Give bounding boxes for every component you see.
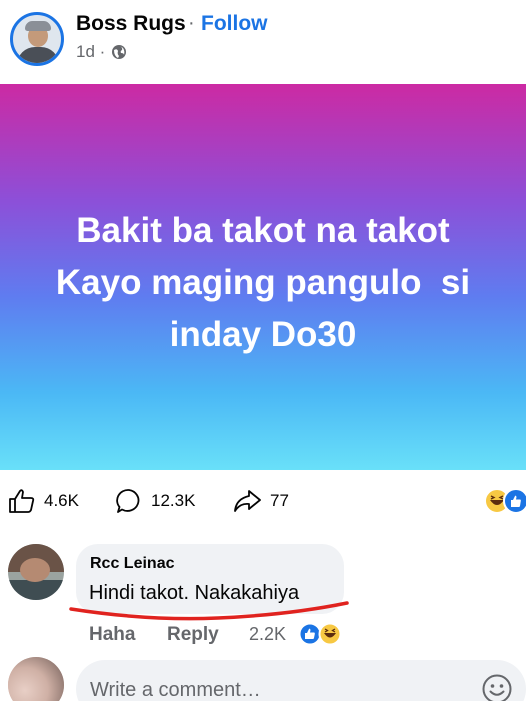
- like-reaction-icon: [299, 622, 322, 646]
- share-count: 77: [270, 491, 289, 510]
- globe-icon: [112, 45, 126, 59]
- author-name[interactable]: Boss Rugs: [76, 12, 186, 36]
- share-button[interactable]: 77: [232, 488, 289, 514]
- comment-reaction-count[interactable]: 2.2K: [249, 624, 286, 645]
- comment-button[interactable]: 12.3K: [115, 488, 195, 514]
- share-arrow-icon: [234, 490, 261, 512]
- red-underline-annotation: [69, 601, 349, 621]
- thumbs-up-icon: [9, 489, 35, 513]
- top-reactions[interactable]: [484, 488, 526, 514]
- like-reaction-icon: [503, 488, 526, 514]
- comment-bubble-icon: [116, 489, 140, 513]
- post-header: Boss Rugs · Follow 1d ·: [0, 0, 526, 84]
- comment-input-placeholder: Write a comment…: [90, 679, 261, 701]
- commenter-name[interactable]: Rcc Leinac: [90, 555, 174, 573]
- separator-dot: ·: [188, 12, 195, 34]
- commenter-avatar[interactable]: [8, 544, 64, 600]
- like-button[interactable]: 4.6K: [8, 488, 79, 514]
- author-avatar[interactable]: [10, 12, 64, 66]
- comment-haha-button[interactable]: Haha: [89, 624, 135, 646]
- post-text: Bakit ba takot na takot Kayo maging pang…: [55, 211, 471, 354]
- comment-count: 12.3K: [151, 491, 196, 510]
- post-actions-bar: 4.6K 12.3K 77: [0, 470, 526, 532]
- follow-button[interactable]: Follow: [201, 12, 268, 36]
- haha-reaction-icon: [318, 622, 342, 646]
- smile-icon[interactable]: [481, 673, 513, 701]
- comment-reply-button[interactable]: Reply: [167, 624, 219, 646]
- like-count: 4.6K: [44, 491, 79, 510]
- current-user-avatar[interactable]: [8, 657, 64, 701]
- post-timestamp[interactable]: 1d ·: [76, 42, 105, 62]
- comment-reactions[interactable]: [299, 622, 345, 646]
- post-text-banner: Bakit ba takot na takot Kayo maging pang…: [0, 84, 526, 470]
